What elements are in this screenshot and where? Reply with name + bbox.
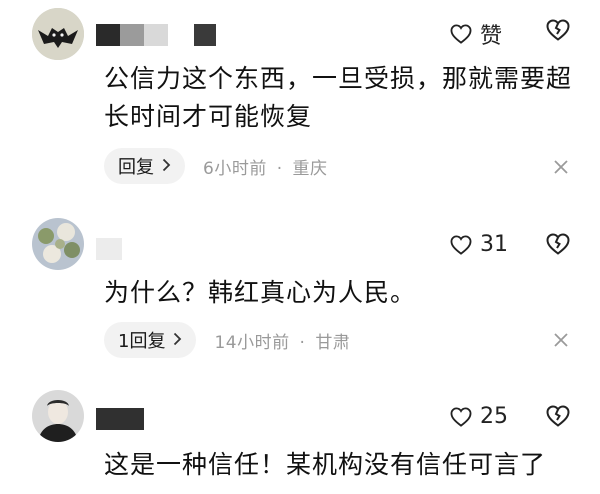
like-button[interactable]: 赞 (450, 18, 502, 50)
like-label: 赞 (480, 24, 503, 49)
like-button[interactable]: 31 (450, 232, 508, 257)
username-redacted[interactable] (96, 408, 156, 430)
heart-outline-icon (450, 234, 472, 255)
comment-item: 31 为什么？韩红真心为人民。 1回复 14小时前 · 甘肃 (0, 210, 600, 370)
avatar[interactable] (32, 218, 84, 270)
username-redacted[interactable] (96, 238, 122, 260)
reply-label: 1回复 (118, 331, 166, 352)
dislike-button[interactable] (546, 19, 570, 41)
reply-label: 回复 (118, 157, 154, 178)
separator-dot: · (299, 332, 306, 353)
location: 重庆 (292, 158, 328, 179)
broken-heart-icon (546, 19, 570, 41)
dislike-button[interactable] (546, 405, 570, 427)
chevron-right-icon (162, 157, 171, 176)
comment-meta: 回复 6小时前 · 重庆 (104, 148, 328, 184)
avatar[interactable] (32, 8, 84, 60)
close-icon[interactable] (551, 330, 571, 350)
location: 甘肃 (315, 332, 351, 353)
heart-outline-icon (450, 24, 472, 44)
heart-outline-icon (450, 406, 472, 427)
reply-button[interactable]: 回复 (104, 148, 185, 184)
comment-text: 为什么？韩红真心为人民。 (104, 278, 417, 307)
username-redacted[interactable] (96, 24, 226, 46)
dislike-button[interactable] (546, 233, 570, 255)
like-count: 31 (480, 232, 508, 257)
comment-item: 赞 公信力这个东西，一旦受损，那就需要超长时间才可能恢复 回复 6小时前 · 重… (0, 0, 600, 200)
like-button[interactable]: 25 (450, 404, 508, 429)
close-icon[interactable] (551, 157, 571, 177)
broken-heart-icon (546, 405, 570, 427)
reply-button[interactable]: 1回复 (104, 322, 197, 358)
comment-meta: 1回复 14小时前 · 甘肃 (104, 322, 350, 358)
chevron-right-icon (173, 331, 182, 350)
comment-item: 25 这是一种信任！某机构没有信任可言了 (0, 384, 600, 494)
avatar[interactable] (32, 390, 84, 442)
timestamp: 6小时前 · 重庆 (203, 158, 328, 179)
comment-text: 公信力这个东西，一旦受损，那就需要超长时间才可能恢复 (104, 64, 573, 131)
like-count: 25 (480, 404, 508, 429)
timestamp: 14小时前 · 甘肃 (214, 332, 351, 353)
comment-text: 这是一种信任！某机构没有信任可言了 (104, 450, 547, 479)
separator-dot: · (276, 158, 283, 179)
broken-heart-icon (546, 233, 570, 255)
